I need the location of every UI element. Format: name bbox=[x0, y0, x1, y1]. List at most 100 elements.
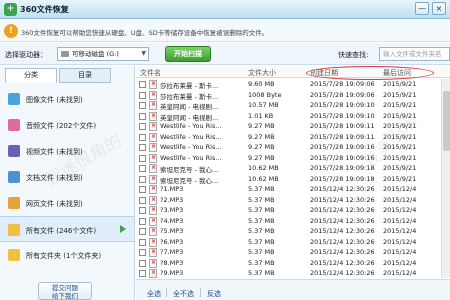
created-date-cell: 2015/12/4 12:30:26 bbox=[310, 237, 375, 246]
accessed-date-cell: 2015/12/4 bbox=[383, 258, 417, 267]
row-checkbox[interactable] bbox=[139, 133, 146, 141]
created-date-cell: 2015/7/28 19:09:11 bbox=[310, 122, 375, 130]
table-row[interactable]: × ?3.MP3 5.37 MB 2015/12/4 12:30:26 2015/12/… bbox=[136, 205, 450, 216]
table-row[interactable]: × Westlife - You Ris... 9.27 MB 2015/7/28 1… bbox=[136, 121, 450, 132]
column-header-name[interactable]: 文件名 bbox=[140, 68, 161, 78]
file-name-cell: Westlife - You Ris... bbox=[160, 132, 222, 141]
scroll-thumb[interactable] bbox=[443, 91, 450, 151]
row-checkbox[interactable] bbox=[139, 154, 146, 162]
file-size-cell: 5.37 MB bbox=[248, 237, 275, 246]
accessed-date-cell: 2015/12/4 bbox=[383, 216, 417, 225]
deleted-file-icon: × bbox=[149, 132, 157, 142]
file-size-cell: 9.27 MB bbox=[248, 153, 275, 162]
sidebar-category[interactable]: 所有文件夹 (1个文件夹) bbox=[0, 242, 134, 268]
table-row[interactable]: × Westlife - You Ris... 9.27 MB 2015/7/28 1… bbox=[136, 142, 450, 153]
accessed-date-cell: 2015/9/21 bbox=[383, 122, 417, 130]
file-name-cell: Westlife - You Ris... bbox=[160, 143, 222, 151]
table-row[interactable]: × 莎拉布莱曼 - 斯卡... 1008 Byte 2015/7/28 19:09:0… bbox=[136, 90, 450, 101]
list-scrollbar[interactable] bbox=[441, 79, 450, 278]
row-checkbox[interactable] bbox=[139, 217, 146, 225]
row-checkbox[interactable] bbox=[139, 196, 146, 204]
created-date-cell: 2015/12/4 12:30:26 bbox=[310, 269, 375, 277]
deleted-file-icon: × bbox=[149, 195, 157, 205]
file-name-cell: Westlife - You Ris... bbox=[160, 122, 222, 130]
window-title: 360文件恢复 bbox=[20, 5, 69, 14]
deleted-file-icon: × bbox=[149, 174, 157, 184]
row-checkbox[interactable] bbox=[139, 144, 146, 151]
sidebar-category[interactable]: 音频文件 (202个文件) bbox=[0, 112, 134, 138]
table-row[interactable]: × Westlife - You Ris... 9.27 MB 2015/7/28 1… bbox=[136, 153, 450, 164]
tab-category[interactable]: 分类 bbox=[5, 68, 57, 83]
row-checkbox[interactable] bbox=[139, 81, 146, 88]
row-checkbox[interactable] bbox=[139, 228, 146, 235]
created-date-cell: 2015/7/28 19:09:11 bbox=[310, 132, 375, 141]
table-row[interactable]: × 索坦尼克号 - 我心... 10.62 MB 2015/7/28 19:09:18… bbox=[136, 174, 450, 185]
row-checkbox[interactable] bbox=[139, 238, 146, 246]
info-bar: ! 360文件恢复可以帮助您快速从硬盘、U盘、SD卡等储存设备中恢复被误删除的文… bbox=[0, 20, 450, 42]
sidebar-category[interactable]: 所有文件 (246个文件) bbox=[0, 216, 134, 242]
drive-value: 可移动磁盘 (G:) bbox=[72, 50, 119, 58]
table-row[interactable]: × ?5.MP3 5.37 MB 2015/12/4 12:30:26 2015/12/… bbox=[136, 226, 450, 237]
category-label: 所有文件夹 (1个文件夹) bbox=[26, 252, 102, 260]
select-none-link[interactable]: 全不选 bbox=[173, 289, 194, 299]
accessed-date-cell: 2015/9/21 bbox=[383, 111, 417, 120]
table-row[interactable]: × 索坦尼克号 - 我心... 10.62 MB 2015/7/28 19:09:18… bbox=[136, 163, 450, 174]
row-checkbox[interactable] bbox=[139, 270, 146, 277]
row-checkbox[interactable] bbox=[139, 91, 146, 99]
table-row[interactable]: × ?8.MP3 5.37 MB 2015/12/4 12:30:26 2015/12/… bbox=[136, 258, 450, 269]
feedback-button[interactable]: 提交问题 给下我们 bbox=[38, 282, 92, 300]
category-icon bbox=[8, 197, 20, 209]
file-size-cell: 5.37 MB bbox=[248, 227, 275, 235]
table-row[interactable]: × Westlife - You Ris... 9.27 MB 2015/7/28 1… bbox=[136, 132, 450, 143]
search-label: 快速查找: bbox=[338, 51, 369, 59]
category-icon bbox=[8, 119, 20, 131]
table-row[interactable]: × 英皇阿闻 - 电视剧... 10.57 MB 2015/7/28 19:09:10… bbox=[136, 100, 450, 111]
table-row[interactable]: × ?6.MP3 5.37 MB 2015/12/4 12:30:26 2015/12/… bbox=[136, 237, 450, 248]
close-button[interactable]: × bbox=[432, 2, 446, 15]
drive-select[interactable]: 可移动磁盘 (G:) ▼ bbox=[57, 47, 149, 61]
minimize-button[interactable]: — bbox=[415, 2, 429, 15]
row-checkbox[interactable] bbox=[139, 165, 146, 172]
accessed-date-cell: 2015/12/4 bbox=[383, 248, 417, 256]
file-size-cell: 9.60 MB bbox=[248, 80, 275, 88]
search-input[interactable]: 输入文件或文件夹名 bbox=[379, 47, 450, 61]
row-checkbox[interactable] bbox=[139, 123, 146, 130]
sidebar-category[interactable]: 图像文件 (未找到) bbox=[0, 86, 134, 112]
file-name-cell: ?5.MP3 bbox=[160, 227, 184, 235]
column-header-size[interactable]: 文件大小 bbox=[248, 68, 276, 78]
sidebar-category[interactable]: 网页文件 (未找到) bbox=[0, 190, 134, 216]
accessed-date-cell: 2015/9/21 bbox=[383, 143, 417, 151]
table-row[interactable]: × 莎拉布莱曼 - 斯卡... 9.60 MB 2015/7/28 19:09:06 2… bbox=[136, 79, 450, 90]
table-row[interactable]: × ?4.MP3 5.37 MB 2015/12/4 12:30:26 2015/12/… bbox=[136, 216, 450, 227]
category-label: 网页文件 (未找到) bbox=[26, 200, 83, 208]
invert-selection-link[interactable]: 反选 bbox=[207, 289, 221, 299]
row-checkbox[interactable] bbox=[139, 186, 146, 193]
created-date-cell: 2015/12/4 12:30:26 bbox=[310, 216, 375, 225]
table-row[interactable]: × ?2.MP3 5.37 MB 2015/12/4 12:30:26 2015/12/… bbox=[136, 195, 450, 206]
row-checkbox[interactable] bbox=[139, 175, 146, 183]
table-row[interactable]: × ?9.MP3 5.37 MB 2015/12/4 12:30:26 2015/12/… bbox=[136, 268, 450, 279]
accessed-date-cell: 2015/9/21 bbox=[383, 153, 417, 162]
tab-directory[interactable]: 目录 bbox=[59, 68, 111, 83]
file-size-cell: 10.62 MB bbox=[248, 164, 279, 172]
accessed-date-cell: 2015/9/21 bbox=[383, 80, 417, 88]
deleted-file-icon: × bbox=[149, 185, 157, 194]
row-checkbox[interactable] bbox=[139, 249, 146, 256]
row-checkbox[interactable] bbox=[139, 259, 146, 267]
sidebar-category[interactable]: 视频文件 (未找到) bbox=[0, 138, 134, 164]
file-size-cell: 10.57 MB bbox=[248, 101, 279, 109]
select-all-link[interactable]: 全选 bbox=[147, 289, 161, 299]
row-checkbox[interactable] bbox=[139, 112, 146, 120]
table-row[interactable]: × 英皇阿闻 - 电视剧... 1.01 KB 2015/7/28 19:09:10 2… bbox=[136, 111, 450, 122]
arrow-right-icon bbox=[120, 225, 126, 233]
scan-button[interactable]: 开始扫描 bbox=[165, 46, 211, 62]
row-checkbox[interactable] bbox=[139, 102, 146, 109]
sidebar-category[interactable]: 文档文件 (未找到) bbox=[0, 164, 134, 190]
created-date-cell: 2015/12/4 12:30:26 bbox=[310, 185, 375, 193]
row-checkbox[interactable] bbox=[139, 207, 146, 214]
table-row[interactable]: × ?7.MP3 5.37 MB 2015/12/4 12:30:26 2015/12/… bbox=[136, 247, 450, 258]
file-list: 文件名 文件大小 创建日期 最后访问 × 莎拉布莱曼 - 斯卡... 9.60 MB… bbox=[136, 66, 450, 278]
deleted-file-icon: × bbox=[149, 164, 157, 173]
file-name-cell: 莎拉布莱曼 - 斯卡... bbox=[160, 82, 219, 90]
table-row[interactable]: × ?1.MP3 5.37 MB 2015/12/4 12:30:26 2015/12/… bbox=[136, 184, 450, 195]
